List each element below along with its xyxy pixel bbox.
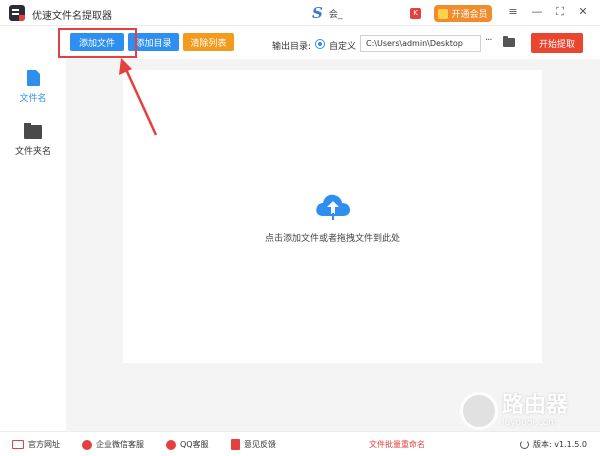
batch-rename-link[interactable]: 文件批量重命名 <box>369 439 425 450</box>
footer-bar: 官方网址 企业微信客服 QQ客服 意见反馈 文件批量重命名 版本: v1.1.5… <box>0 431 600 456</box>
user-account[interactable]: S 会_ <box>312 5 342 21</box>
qq-icon <box>166 439 176 450</box>
clear-list-button[interactable]: 清除列表 <box>183 33 234 51</box>
app-title: 优速文件名提取器 <box>32 11 112 22</box>
file-icon <box>26 70 40 86</box>
more-options-button[interactable]: ··· <box>485 35 492 46</box>
footer-wechat-service[interactable]: 企业微信客服 <box>82 439 144 450</box>
footer-qq-service[interactable]: QQ客服 <box>166 439 209 450</box>
footer-feedback[interactable]: 意见反馈 <box>231 439 276 450</box>
sidebar-item-foldername[interactable]: 文件夹名 <box>0 123 66 157</box>
wechat-service-icon <box>82 439 92 450</box>
refresh-icon <box>520 440 529 449</box>
version-info[interactable]: 版本: v1.1.5.0 <box>520 439 587 450</box>
drop-hint-text: 点击添加文件或者拖拽文件到此处 <box>264 234 400 244</box>
footer-label: 意见反馈 <box>244 440 276 449</box>
sidebar-item-filename[interactable]: 文件名 <box>0 70 66 104</box>
router-icon <box>460 392 498 430</box>
notification-badge[interactable]: K <box>410 8 421 19</box>
annotation-highlight-box <box>58 28 137 58</box>
title-bar: 优速文件名提取器 S 会_ K 开通会员 ≡ — ⛶ ✕ <box>0 0 600 26</box>
app-logo-icon <box>9 5 25 21</box>
custom-radio[interactable] <box>315 39 325 49</box>
user-name: 会_ <box>328 9 343 20</box>
vip-button-label: 开通会员 <box>451 10 488 20</box>
browse-folder-icon[interactable] <box>503 36 515 47</box>
version-label: 版本: v1.1.5.0 <box>533 440 587 449</box>
sidebar-item-label: 文件名 <box>19 94 47 104</box>
annotation-arrow-icon <box>119 58 158 136</box>
sidebar: 文件名 文件夹名 <box>0 59 66 431</box>
watermark-text: 路由器 <box>502 393 569 418</box>
output-directory-label: 输出目录: <box>272 42 312 52</box>
website-icon <box>12 440 24 449</box>
footer-label: 企业微信客服 <box>96 440 144 449</box>
output-path-field[interactable] <box>360 35 481 52</box>
sidebar-item-label: 文件夹名 <box>14 147 51 157</box>
menu-icon[interactable]: ≡ <box>506 5 520 19</box>
minimize-icon[interactable]: — <box>530 5 544 19</box>
user-logo-icon: S <box>312 4 323 22</box>
crown-icon <box>438 8 449 19</box>
footer-label: 官方网址 <box>28 440 60 449</box>
watermark-subtext: luyouqi.com <box>502 418 558 428</box>
footer-label: QQ客服 <box>180 440 209 449</box>
maximize-icon[interactable]: ⛶ <box>553 5 567 19</box>
upload-cloud-icon <box>316 194 350 220</box>
vip-button[interactable]: 开通会员 <box>434 5 492 22</box>
footer-official-website[interactable]: 官方网址 <box>12 439 60 450</box>
folder-icon <box>24 123 42 139</box>
watermark-logo: 路由器 luyouqi.com <box>460 392 568 430</box>
start-extract-button[interactable]: 开始提取 <box>531 33 583 53</box>
feedback-icon <box>231 439 240 450</box>
custom-radio-label[interactable]: 自定义 <box>329 39 356 52</box>
close-icon[interactable]: ✕ <box>576 5 590 19</box>
